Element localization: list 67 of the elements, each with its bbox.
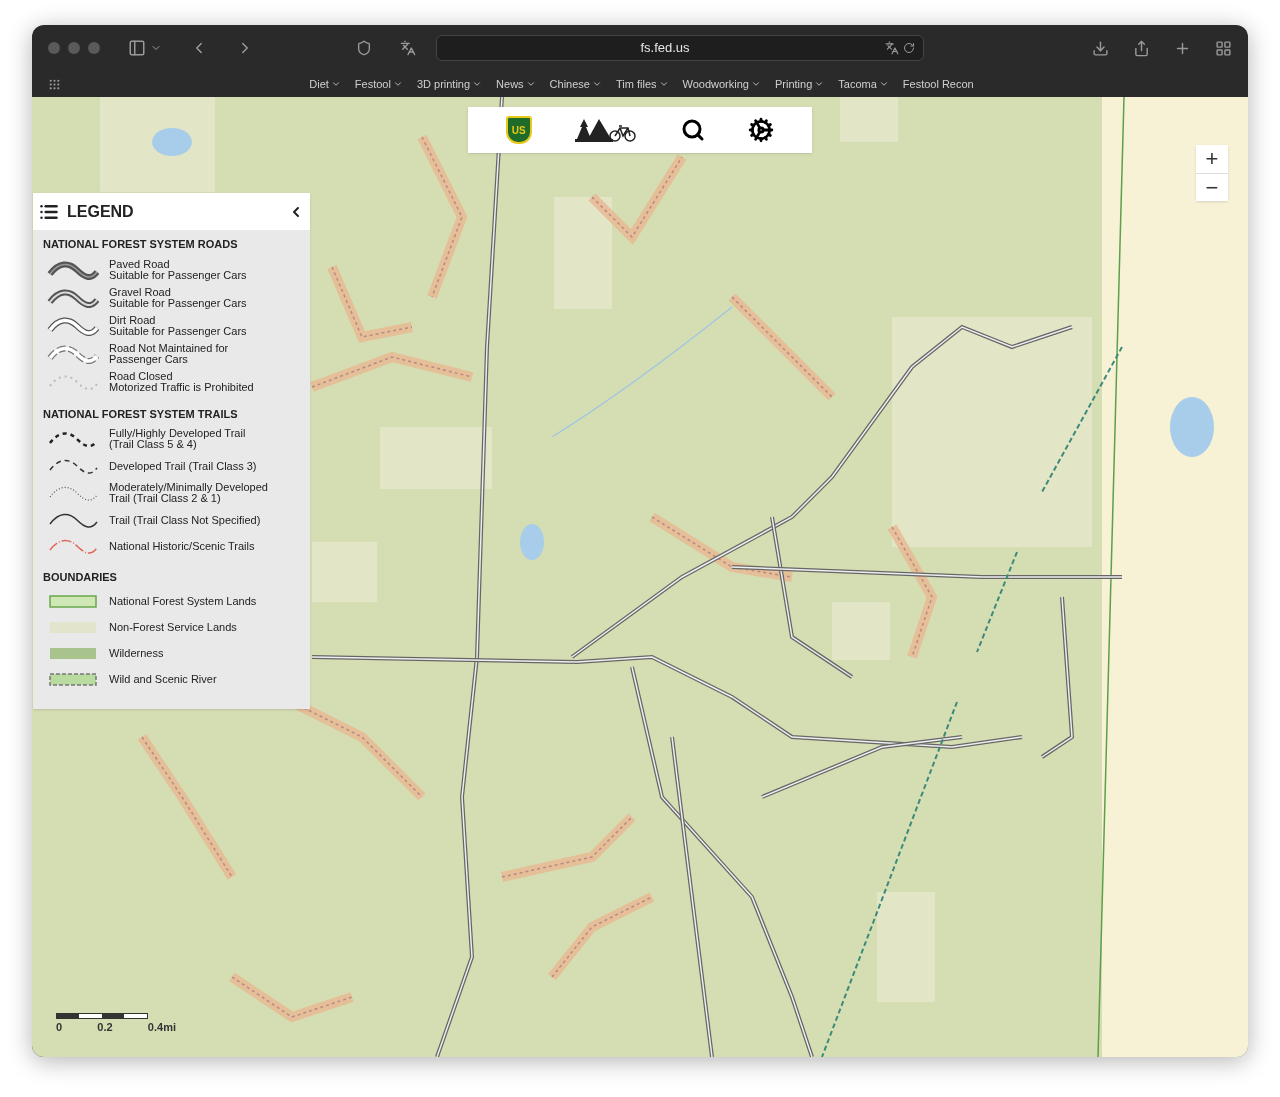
bookmark-folder[interactable]: Printing [774, 75, 825, 93]
chevron-down-icon [525, 79, 536, 89]
legend-label: Road Closed Motorized Traffic is Prohibited [109, 370, 254, 393]
search-icon[interactable] [680, 118, 705, 142]
legend-section-heading: BOUNDARIES [43, 570, 118, 585]
legend-label: Wild and Scenic River [109, 674, 217, 685]
chevron-down-icon [330, 79, 341, 89]
legend-label: Moderately/Minimally Developed Trail (Trail Class 2 & 1) [109, 482, 268, 504]
legend-label: Paved Road Suitable for Passenger Cars [109, 258, 247, 281]
legend-label: Road Not Maintained for Passenger Cars [109, 342, 229, 365]
bookmark-folder[interactable]: Woodworking [682, 75, 761, 93]
forest-service-logo[interactable]: US [505, 116, 532, 144]
lake [152, 128, 192, 156]
land-parcel [312, 542, 377, 602]
lake [520, 524, 544, 560]
zoom-in-button[interactable]: + [1196, 145, 1228, 173]
legend-symbol-icon [47, 315, 99, 336]
legend-label: Non-Forest Service Lands [109, 622, 237, 633]
legend-symbol-icon [47, 343, 99, 364]
chevron-down-icon [750, 79, 761, 89]
sidebar-icon[interactable] [128, 39, 146, 57]
scale-label: 0.2 [97, 1020, 113, 1035]
lake [1170, 397, 1214, 457]
translate-icon[interactable] [400, 40, 416, 56]
zoom-out-button[interactable]: − [1196, 173, 1228, 201]
legend-section-heading: NATIONAL FOREST SYSTEM TRAILS [43, 406, 239, 422]
share-icon[interactable] [1133, 39, 1150, 57]
address-bar[interactable]: fs.fed.us [436, 35, 924, 61]
download-icon[interactable] [1092, 39, 1109, 57]
legend-label: Trail (Trail Class Not Specified) [109, 514, 261, 526]
tab-overview-icon[interactable] [1215, 39, 1232, 57]
bookmark-folder[interactable]: Tacoma [838, 75, 889, 93]
chevron-down-icon [658, 79, 669, 89]
bookmark-folder[interactable]: Diet [309, 75, 341, 93]
bookmark-folder[interactable]: Festool [354, 75, 403, 93]
land-parcel [840, 97, 898, 142]
legend-symbol-icon [47, 259, 99, 280]
legend-label: National Historic/Scenic Trails [109, 540, 255, 552]
legend-symbol-icon [47, 287, 99, 308]
legend-label: National Forest System Lands [109, 596, 257, 607]
legend-label: Wilderness [109, 648, 164, 659]
bookmark-folder[interactable]: News [496, 75, 536, 93]
chevron-down-icon [591, 79, 602, 89]
bookmark-folder[interactable]: 3D printing [416, 75, 483, 93]
shield-icon[interactable] [356, 40, 372, 56]
tree-tent-bike-icon[interactable] [575, 117, 638, 143]
legend-section-heading: NATIONAL FOREST SYSTEM ROADS [43, 237, 239, 252]
scale-label: 0 [56, 1020, 63, 1035]
apps-grid-icon[interactable] [48, 77, 61, 91]
legend-title: LEGEND [67, 201, 135, 222]
chevron-down-icon [814, 79, 825, 89]
chevron-down-icon [878, 79, 889, 89]
reload-icon[interactable] [903, 42, 915, 54]
chevron-down-icon [472, 79, 483, 89]
legend-label: Developed Trail (Trail Class 3) [109, 460, 257, 472]
legend-label: Fully/Highly Developed Trail (Trail Class 5 & 4) [109, 428, 246, 450]
bookmark-folder[interactable]: Tim files [615, 75, 669, 93]
address-text: fs.fed.us [639, 39, 691, 58]
land-parcel [832, 602, 890, 660]
legend-label: Dirt Road Suitable for Passenger Cars [109, 314, 247, 337]
translate-icon[interactable] [885, 41, 899, 55]
legend-label: Gravel Road Suitable for Passenger Cars [109, 286, 247, 309]
chevron-down-icon [392, 79, 403, 89]
scale-label: 0.4mi [147, 1020, 176, 1035]
bookmark-folder[interactable]: Chinese [549, 75, 602, 93]
bookmark-folder[interactable]: Festool Recon [902, 75, 974, 93]
settings-icon[interactable] [748, 117, 775, 143]
